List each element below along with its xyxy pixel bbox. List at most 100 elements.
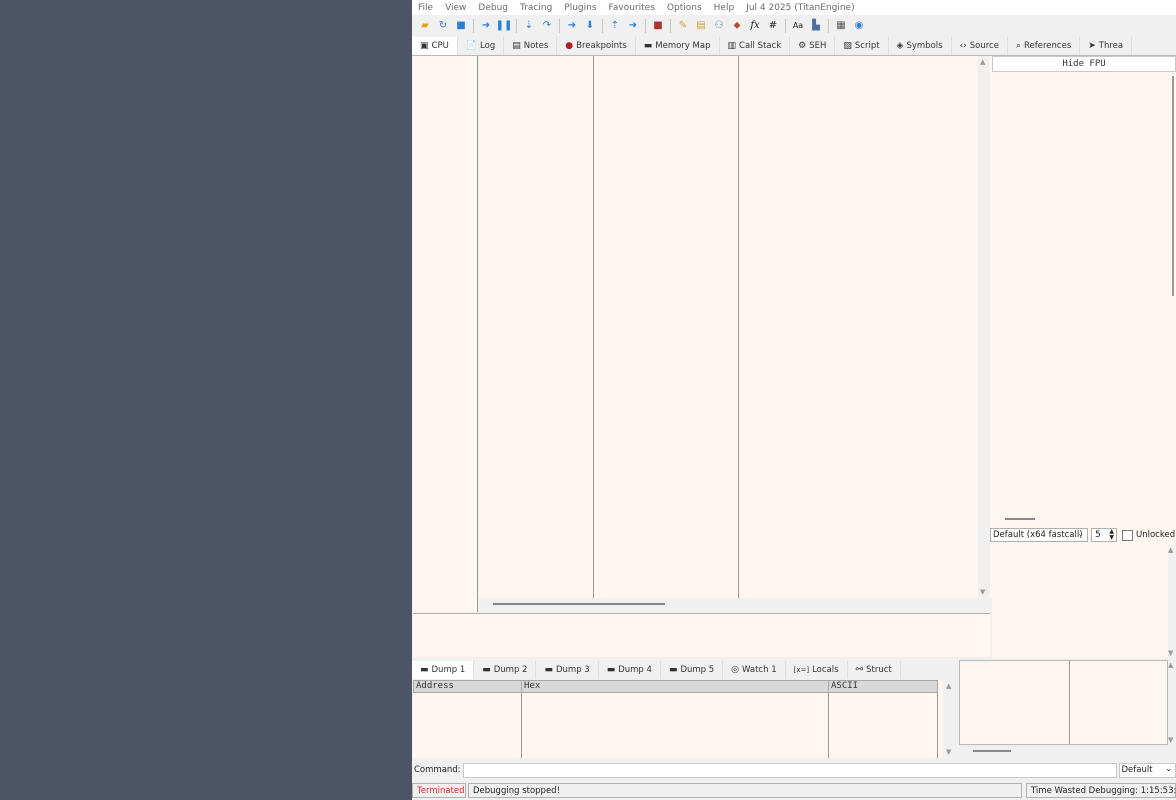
menu-tracing[interactable]: Tracing — [514, 3, 558, 13]
status-state-badge: Terminated — [412, 783, 466, 798]
highlight-icon[interactable]: ▙ — [809, 19, 823, 33]
menu-favourites[interactable]: Favourites — [603, 3, 661, 13]
tab-notes[interactable]: ▤ Notes — [504, 37, 558, 55]
registers-scroll-thumb[interactable] — [1172, 76, 1174, 296]
dump-tab-dump-3[interactable]: ▬ Dump 3 — [536, 661, 599, 679]
tab-label: CPU — [431, 41, 449, 51]
dump-tab-locals[interactable]: [x=] Locals — [786, 661, 848, 679]
run-to-user-code-icon[interactable]: ➜ — [626, 19, 640, 33]
tab-seh[interactable]: ⚙ SEH — [790, 37, 836, 55]
dump-tab-label: Dump 4 — [618, 665, 652, 675]
scroll-down-icon[interactable]: ▼ — [980, 588, 985, 596]
column-divider — [828, 693, 829, 758]
pause-icon[interactable]: ❚❚ — [496, 19, 513, 33]
open-icon[interactable]: ▰ — [418, 19, 432, 33]
disassembly-gutter[interactable] — [413, 56, 478, 612]
status-state-label: Terminated — [417, 785, 465, 796]
tab-threa[interactable]: ➤ Threa — [1080, 37, 1133, 55]
execute-till-return-icon[interactable]: ⇡ — [608, 19, 622, 33]
restart-icon[interactable]: ↻ — [436, 19, 450, 33]
menu-build-info[interactable]: Jul 4 2025 (TitanEngine) — [740, 3, 860, 13]
column-header-ascii[interactable]: ASCII — [828, 680, 938, 693]
unlocked-checkbox[interactable] — [1122, 529, 1133, 541]
tab-script[interactable]: ▧ Script — [835, 37, 889, 55]
stack-hscrollbar[interactable] — [959, 745, 1176, 758]
dump-tab-dump-2[interactable]: ▬ Dump 2 — [474, 661, 537, 679]
scroll-down-icon[interactable]: ▼ — [1168, 649, 1173, 657]
function-icon[interactable]: fx — [748, 19, 762, 33]
scylla-icon[interactable]: ■ — [651, 19, 665, 33]
run-icon[interactable]: ➜ — [479, 19, 493, 33]
tab-memory-map[interactable]: ▬ Memory Map — [636, 37, 720, 55]
dump-tab-dump-4[interactable]: ▬ Dump 4 — [599, 661, 661, 679]
bookmark-icon[interactable]: ⬥ — [730, 19, 744, 33]
step-into-icon[interactable]: ⇣ — [522, 19, 536, 33]
dump-tab-dump-1[interactable]: ▬ Dump 1 — [412, 661, 475, 679]
menu-help[interactable]: Help — [708, 3, 741, 13]
info-box[interactable] — [413, 613, 990, 657]
font-icon[interactable]: Aa — [791, 19, 805, 33]
column-header-address[interactable]: Address — [413, 680, 522, 693]
column-header-hex[interactable]: Hex — [521, 680, 829, 693]
menu-bar: File View Debug Tracing Plugins Favourit… — [412, 0, 1176, 15]
callconv-row: Default (x64 fastcall) ⌄ 5 ▲ ▼ Unlocked — [990, 527, 1176, 543]
trace-over-icon[interactable]: ⬇ — [583, 19, 597, 33]
dump-view[interactable]: Address Hex ASCII — [413, 680, 943, 758]
scroll-thumb[interactable] — [973, 750, 1011, 752]
dump-tab-struct[interactable]: ⚯ Struct — [848, 661, 901, 679]
status-bar: Terminated Debugging stopped! Time Waste… — [412, 781, 1176, 800]
label-icon[interactable]: ⚇ — [712, 19, 726, 33]
tab-cpu[interactable]: ▣ CPU — [412, 37, 458, 55]
scroll-up-icon[interactable]: ▲ — [980, 58, 985, 66]
scroll-up-icon[interactable]: ▲ — [946, 682, 951, 690]
arg-count-spinner[interactable]: 5 ▲ ▼ — [1091, 528, 1117, 542]
tab-source[interactable]: ‹› Source — [952, 37, 1008, 55]
tab-log[interactable]: 📄 Log — [458, 37, 505, 55]
splitter-handle[interactable] — [1005, 518, 1035, 520]
memory-icon: ▬ — [482, 665, 491, 675]
menu-options[interactable]: Options — [661, 3, 708, 13]
menu-debug[interactable]: Debug — [472, 3, 514, 13]
trace-into-icon[interactable]: ➔ — [565, 19, 579, 33]
registers-view[interactable] — [992, 74, 1176, 514]
scroll-up-icon[interactable]: ▲ — [1168, 546, 1173, 554]
dump-tab-watch-1[interactable]: ◎ Watch 1 — [723, 661, 786, 679]
command-mode-select[interactable]: Default ⌄ — [1118, 762, 1176, 778]
stop-icon[interactable]: ■ — [454, 19, 468, 33]
help-icon[interactable]: ◉ — [852, 19, 866, 33]
scroll-thumb[interactable] — [493, 603, 665, 605]
tab-breakpoints[interactable]: ● Breakpoints — [557, 37, 636, 55]
chevron-down-icon: ⌄ — [1077, 529, 1084, 538]
callconv-select[interactable]: Default (x64 fastcall) ⌄ — [990, 528, 1088, 542]
step-over-icon[interactable]: ↷ — [540, 19, 554, 33]
scroll-up-icon[interactable]: ▲ — [1168, 661, 1173, 669]
menu-file[interactable]: File — [412, 3, 439, 13]
stack-arguments-view[interactable] — [992, 545, 1168, 658]
unlocked-label: Unlocked — [1136, 530, 1176, 540]
tab-symbols[interactable]: ◈ Symbols — [889, 37, 952, 55]
scroll-down-icon[interactable]: ▼ — [946, 748, 951, 756]
scroll-down-icon[interactable]: ▼ — [1168, 736, 1173, 744]
disassembly-vscrollbar[interactable]: ▲ ▼ — [978, 56, 990, 598]
disassembly-hscrollbar[interactable] — [479, 598, 978, 611]
toolbar-separator — [645, 19, 646, 33]
tab-references[interactable]: ⌕ References — [1008, 37, 1081, 55]
command-input[interactable] — [462, 762, 1117, 778]
tab-call-stack[interactable]: ▥ Call Stack — [720, 37, 791, 55]
dump-tab-dump-5[interactable]: ▬ Dump 5 — [661, 661, 724, 679]
dump-tab-label: Dump 3 — [555, 665, 590, 675]
stack-arguments-vscrollbar[interactable]: ▲ ▼ — [1168, 545, 1176, 658]
stack-vscrollbar[interactable]: ▲ ▼ — [1168, 660, 1176, 745]
hash-icon[interactable]: # — [766, 19, 780, 33]
patches-icon[interactable]: ✎ — [676, 19, 690, 33]
dump-vscrollbar[interactable]: ▲ ▼ — [943, 680, 957, 758]
calculator-icon[interactable]: ▦ — [834, 19, 848, 33]
menu-plugins[interactable]: Plugins — [558, 3, 602, 13]
menu-view[interactable]: View — [439, 3, 472, 13]
comment-icon[interactable]: ▤ — [694, 19, 708, 33]
struct-icon: ⚯ — [855, 665, 864, 675]
breakpoint-icon: ● — [565, 41, 574, 51]
hide-fpu-button[interactable]: Hide FPU — [992, 56, 1176, 72]
toolbar-separator — [516, 19, 517, 33]
stack-view[interactable] — [959, 660, 1168, 745]
